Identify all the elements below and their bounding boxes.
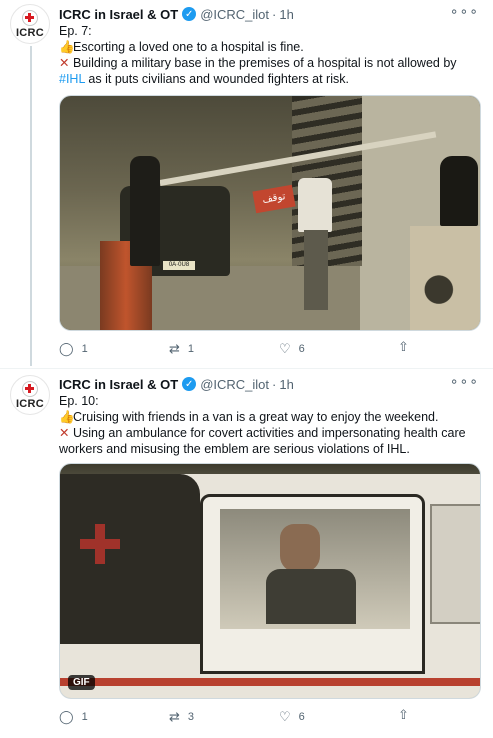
soldier-right [440, 156, 478, 226]
like-icon: ♡ [279, 341, 291, 356]
author-handle[interactable]: @ICRC_ilot [200, 7, 269, 22]
like-count: 6 [298, 343, 305, 355]
retweet-button[interactable]: ⇄ 1 [169, 340, 279, 358]
thumbs-up-icon: 👍 [59, 410, 75, 424]
license-plate: 0A·0U8 [163, 261, 195, 270]
tweet-2[interactable]: ICRC ICRC in Israel & OT ✓ @ICRC_ilot · … [0, 368, 493, 738]
tweet-header: ICRC in Israel & OT ✓ @ICRC_ilot · 1h ∘∘… [59, 373, 489, 393]
ambulance-windshield [60, 474, 200, 644]
tweet-time[interactable]: 1h [279, 7, 293, 22]
reply-count: 1 [81, 711, 88, 723]
retweet-icon: ⇄ [169, 709, 180, 724]
tweet-line: workers and misusing the emblem are seri… [59, 442, 410, 456]
red-cross-emblem-icon [80, 524, 120, 564]
tweet-text: Ep. 7: 👍Escorting a loved one to a hospi… [59, 23, 484, 87]
rear-window [430, 504, 480, 624]
more-options-icon[interactable]: ∘∘∘ [450, 373, 479, 390]
reply-icon: ◯ [59, 709, 74, 724]
thumbs-up-icon: 👍 [59, 40, 75, 54]
retweet-button[interactable]: ⇄ 3 [169, 708, 279, 726]
tweet-line: 👍Escorting a loved one to a hospital is … [59, 40, 304, 54]
verified-badge-icon: ✓ [182, 377, 197, 391]
driver-torso [266, 569, 356, 624]
gif-badge: GIF [68, 675, 95, 690]
tweet-actions: ◯ 1 ⇄ 3 ♡ 6 [59, 708, 419, 726]
tweet-actions: ◯ 1 ⇄ 1 ♡ 6 [59, 340, 419, 358]
retweet-icon: ⇄ [169, 341, 180, 356]
avatar-text: ICRC [15, 26, 45, 39]
separator-dot: · [272, 376, 277, 392]
reply-count: 1 [81, 343, 88, 355]
tweet-header: ICRC in Israel & OT ✓ @ICRC_ilot · 1h ∘∘… [59, 3, 489, 23]
tweet-line: ✕ Building a military base in the premise… [59, 56, 457, 70]
tweet-line: Ep. 10: [59, 394, 99, 408]
like-icon: ♡ [279, 709, 291, 724]
author-name[interactable]: ICRC in Israel & OT [59, 377, 178, 392]
tweet-1[interactable]: ICRC ICRC in Israel & OT ✓ @ICRC_ilot · … [0, 0, 493, 368]
red-cross-logo-icon [22, 380, 38, 397]
avatar[interactable]: ICRC [10, 375, 50, 415]
soldier-left [130, 156, 160, 266]
tweet-video[interactable]: 0A·0U8 توقف [59, 95, 481, 331]
share-icon[interactable]: ⇧ [398, 707, 409, 723]
sandbag-barrier [410, 226, 480, 330]
red-cross-logo-icon [22, 9, 38, 26]
more-options-icon[interactable]: ∘∘∘ [450, 3, 479, 20]
person-trousers [304, 230, 328, 310]
person-shirt [298, 178, 332, 232]
retweet-count: 1 [187, 343, 195, 355]
avatar[interactable]: ICRC [10, 4, 50, 44]
tweet-text: Ep. 10: 👍Cruising with friends in a van … [59, 393, 484, 457]
reply-button[interactable]: ◯ 1 [59, 340, 169, 358]
like-button[interactable]: ♡ 6 [279, 340, 389, 358]
author-handle[interactable]: @ICRC_ilot [200, 377, 269, 392]
cross-mark-icon: ✕ [59, 56, 70, 70]
retweet-count: 3 [187, 711, 195, 723]
verified-badge-icon: ✓ [182, 7, 197, 21]
cross-mark-icon: ✕ [59, 426, 70, 440]
reply-icon: ◯ [59, 341, 74, 356]
hashtag-link[interactable]: #IHL [59, 72, 85, 86]
separator-dot: · [272, 6, 277, 22]
avatar-text: ICRC [15, 397, 45, 410]
share-icon[interactable]: ⇧ [398, 339, 409, 355]
reply-button[interactable]: ◯ 1 [59, 708, 169, 726]
red-stripe [60, 678, 480, 686]
tweet-line: 👍Cruising with friends in a van is a gre… [59, 410, 439, 424]
tweet-line: ✕ Using an ambulance for covert activitie… [59, 426, 466, 440]
author-name[interactable]: ICRC in Israel & OT [59, 7, 178, 22]
driver-face [280, 524, 320, 572]
stop-sign: توقف [252, 184, 296, 214]
tweet-gif[interactable]: GIF [59, 463, 481, 699]
tweet-line: #IHL as it puts civilians and wounded fi… [59, 72, 349, 86]
tweet-line: Ep. 7: [59, 24, 92, 38]
like-count: 6 [298, 711, 305, 723]
like-button[interactable]: ♡ 6 [279, 708, 389, 726]
tweet-time[interactable]: 1h [279, 377, 293, 392]
